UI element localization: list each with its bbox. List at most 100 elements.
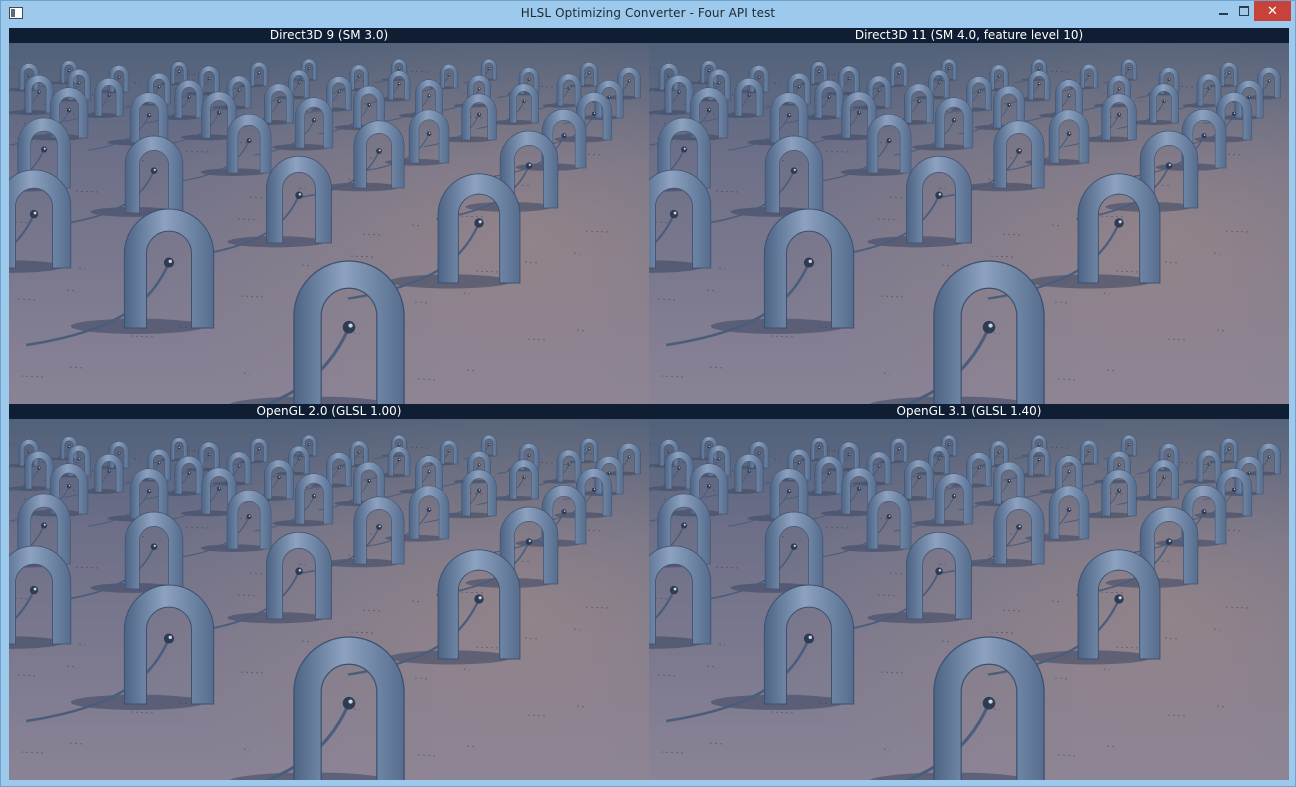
arch-socket: [29, 209, 39, 219]
arch-highlight: [378, 525, 381, 528]
arch-highlight: [848, 453, 850, 455]
arch-socket: [1066, 507, 1072, 513]
arch-highlight: [748, 470, 751, 472]
arch-socket: [376, 524, 382, 530]
arch-highlight: [563, 510, 566, 512]
arch-socket: [295, 191, 303, 199]
arch-highlight: [148, 114, 151, 116]
arch-socket: [982, 320, 996, 334]
arch-highlight: [1068, 94, 1070, 97]
arch-highlight: [708, 485, 711, 487]
arch-socket: [367, 479, 371, 483]
arch-highlight: [1208, 87, 1210, 89]
arch-highlight: [308, 67, 310, 69]
arch-highlight: [1088, 74, 1090, 76]
arch-highlight: [1203, 510, 1206, 512]
arch-highlight: [793, 544, 796, 547]
arch-highlight: [488, 67, 490, 69]
arch-highlight: [1038, 458, 1040, 461]
arch-highlight: [528, 539, 531, 542]
arch-highlight: [848, 77, 850, 79]
arch-socket: [591, 111, 597, 116]
arch-highlight: [938, 81, 940, 83]
arch-socket: [803, 257, 815, 268]
arch-highlight: [258, 448, 260, 450]
minimize-icon: [1218, 13, 1228, 15]
arch-socket: [803, 633, 815, 644]
arch-highlight: [1228, 72, 1230, 74]
arch-highlight: [528, 454, 530, 456]
arch-socket: [66, 484, 72, 489]
arch-highlight: [938, 457, 940, 459]
arch-highlight: [108, 470, 111, 472]
arch-socket: [790, 543, 798, 550]
app-window: HLSL Optimizing Converter - Four API tes…: [0, 0, 1296, 787]
arch-highlight: [28, 74, 30, 76]
maximize-button[interactable]: [1234, 1, 1254, 21]
arch-highlight: [1008, 103, 1011, 106]
arch-highlight: [78, 82, 80, 84]
arch-highlight: [188, 472, 191, 474]
arch-highlight: [678, 91, 681, 93]
arch-highlight: [793, 168, 796, 171]
arch-highlight: [798, 86, 800, 88]
arch-highlight: [988, 323, 993, 328]
arch-highlight: [898, 448, 900, 450]
arch-highlight: [953, 119, 956, 121]
arch-highlight: [1118, 464, 1120, 466]
arch-socket: [1007, 479, 1011, 483]
arch-highlight: [398, 82, 400, 85]
arch-highlight: [43, 523, 46, 526]
arch-highlight: [523, 100, 526, 102]
arch-highlight: [258, 72, 260, 74]
arch-highlight: [1228, 448, 1230, 450]
rendered-scene: [9, 404, 649, 780]
arch-highlight: [153, 544, 156, 547]
arch-highlight: [608, 96, 611, 98]
arch-highlight: [528, 163, 531, 166]
arch-highlight: [788, 114, 791, 116]
arch-highlight: [788, 490, 791, 492]
arch-socket: [561, 133, 567, 139]
arch-socket: [426, 507, 432, 513]
arch-highlight: [798, 462, 800, 464]
arch-highlight: [628, 456, 630, 458]
arch-highlight: [593, 488, 596, 490]
arch-highlight: [673, 587, 677, 591]
minimize-button[interactable]: [1212, 1, 1234, 21]
arch-socket: [786, 489, 792, 494]
arch-highlight: [428, 508, 431, 510]
arch-highlight: [588, 72, 590, 74]
arch-highlight: [808, 259, 812, 263]
arch-highlight: [278, 100, 281, 102]
arch-socket: [146, 113, 152, 118]
arch-highlight: [298, 81, 300, 83]
arch-highlight: [858, 111, 861, 113]
arch-highlight: [348, 323, 353, 328]
arch-highlight: [888, 139, 891, 141]
arch-highlight: [1163, 100, 1166, 102]
arch-socket: [935, 567, 943, 575]
arch-highlight: [348, 699, 353, 704]
arch-socket: [669, 209, 679, 219]
arch-highlight: [158, 462, 160, 464]
arch-highlight: [1018, 149, 1021, 152]
arch-highlight: [238, 89, 240, 91]
arch-highlight: [683, 523, 686, 526]
arch-highlight: [948, 67, 950, 69]
arch-socket: [935, 191, 943, 199]
arch-highlight: [1168, 539, 1171, 542]
title-bar[interactable]: HLSL Optimizing Converter - Four API tes…: [1, 1, 1295, 27]
arch-highlight: [998, 451, 1000, 453]
close-button[interactable]: ✕: [1254, 1, 1291, 21]
arch-highlight: [708, 109, 711, 111]
arch-highlight: [478, 464, 480, 466]
arch-highlight: [1248, 472, 1251, 474]
arch-highlight: [1038, 67, 1040, 69]
arch-highlight: [1018, 525, 1021, 528]
arch-socket: [163, 257, 175, 268]
arch-socket: [311, 494, 317, 499]
arch-highlight: [448, 74, 450, 76]
arch-highlight: [1068, 470, 1070, 473]
arch-socket: [1066, 131, 1072, 137]
